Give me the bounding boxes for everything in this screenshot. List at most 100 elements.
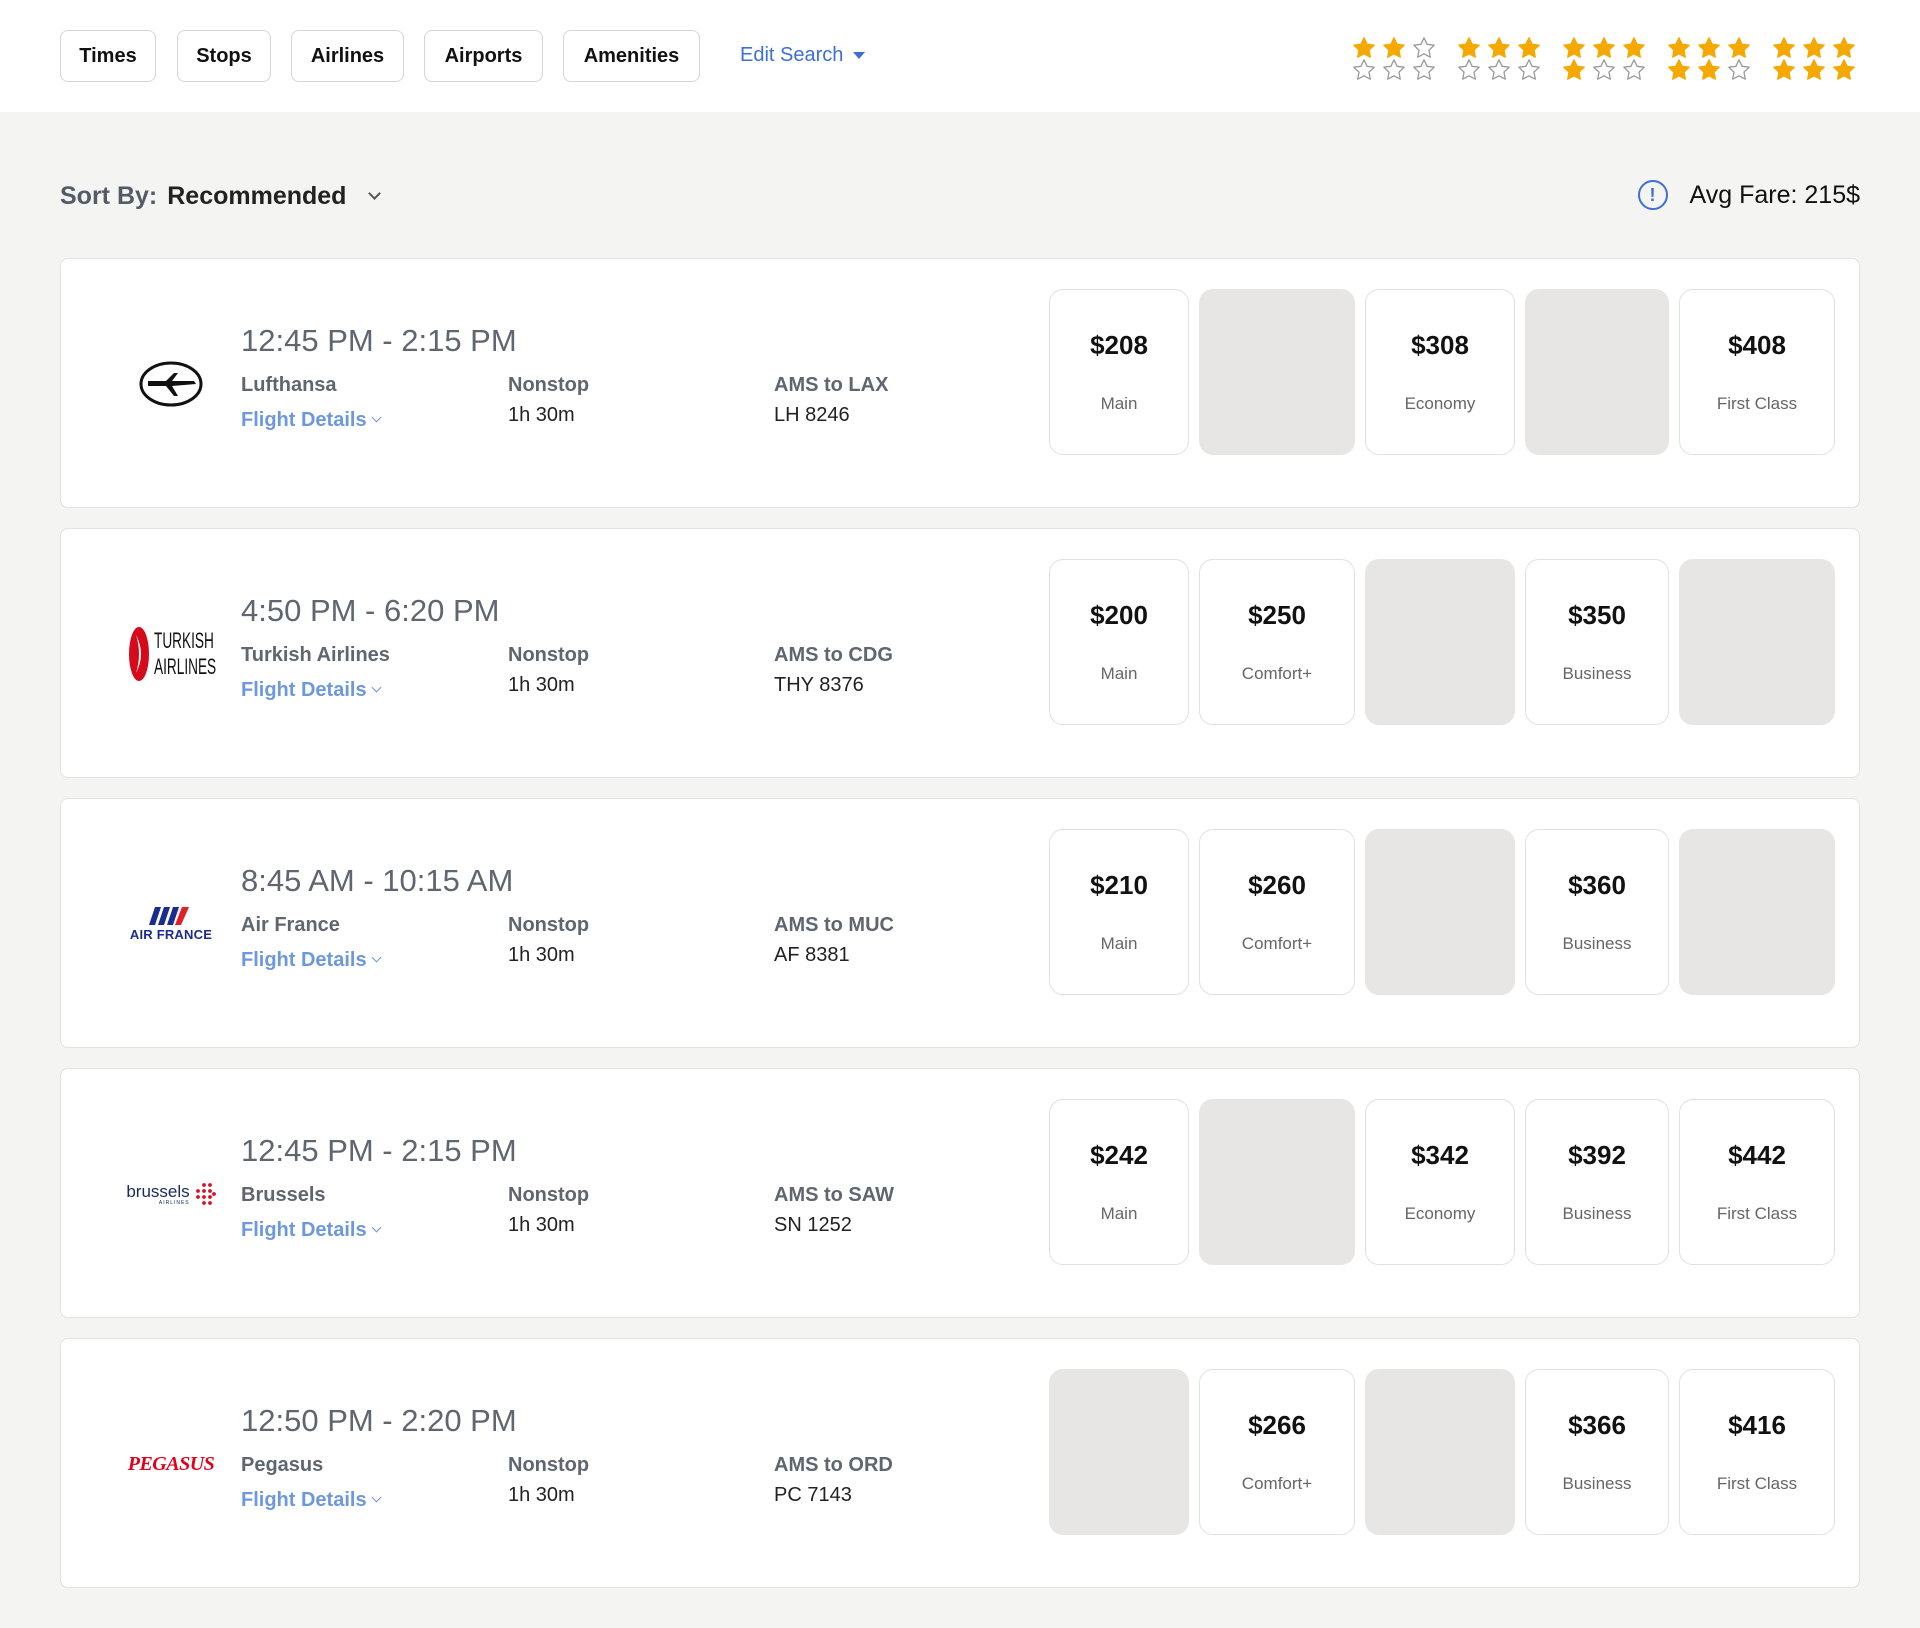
- star-rating-filter[interactable]: [1667, 36, 1757, 84]
- pegasus-logo: PEGASUS: [121, 1434, 221, 1494]
- fare-class: Comfort+: [1241, 664, 1313, 683]
- sort-label: Sort By:: [60, 182, 158, 210]
- star-icon: [1667, 58, 1691, 82]
- fare-option[interactable]: $360 Business: [1525, 829, 1669, 995]
- flight-details-label: Flight Details: [241, 1219, 367, 1241]
- airline-name: Brussels: [241, 1184, 326, 1206]
- route: AMS to CDG: [774, 644, 893, 666]
- flight-number: PC 7143: [774, 1484, 852, 1506]
- flight-card: PEGASUS 12:50 PM - 2:20 PM Pegasus Fligh…: [60, 1338, 1860, 1588]
- star-icon: [1352, 58, 1376, 82]
- filter-stops-button[interactable]: Stops: [177, 30, 271, 82]
- fare-unavailable: [1365, 559, 1515, 725]
- fare-option[interactable]: $242 Main: [1049, 1099, 1189, 1265]
- flight-card: 12:45 PM - 2:15 PM Lufthansa Flight Deta…: [60, 258, 1860, 508]
- star-icon: [1457, 36, 1481, 60]
- filter-amenities-button[interactable]: Amenities: [563, 30, 700, 82]
- logo-text: AIRLINES: [158, 1199, 190, 1206]
- route: AMS to SAW: [774, 1184, 894, 1206]
- fare-option[interactable]: $266 Comfort+: [1199, 1369, 1355, 1535]
- avg-fare-text: Avg Fare: 215$: [1689, 180, 1860, 209]
- filter-airlines-button[interactable]: Airlines: [291, 30, 404, 82]
- filter-times-button[interactable]: Times: [60, 30, 156, 82]
- stops: Nonstop: [508, 914, 590, 936]
- fare-price: $242: [1090, 1140, 1148, 1170]
- airline-name: Pegasus: [241, 1454, 324, 1476]
- fare-unavailable: [1525, 289, 1669, 455]
- fare-option[interactable]: $392 Business: [1525, 1099, 1669, 1265]
- fare-unavailable: [1199, 1099, 1355, 1265]
- lufthansa-logo: [121, 354, 221, 414]
- fare-class: Business: [1562, 664, 1632, 683]
- star-icon: [1832, 58, 1856, 82]
- flight-details-link[interactable]: Flight Details: [241, 1489, 382, 1512]
- fare-price: $416: [1728, 1410, 1786, 1440]
- fare-option[interactable]: $350 Business: [1525, 559, 1669, 725]
- fare-option[interactable]: $408 First Class: [1679, 289, 1835, 455]
- fare-price: $366: [1568, 1410, 1626, 1440]
- duration: 1h 30m: [508, 944, 575, 966]
- fare-option[interactable]: $260 Comfort+: [1199, 829, 1355, 995]
- flight-details-link[interactable]: Flight Details: [241, 949, 382, 972]
- fare-class: Business: [1562, 1204, 1632, 1223]
- fare-price: $360: [1568, 870, 1626, 900]
- duration: 1h 30m: [508, 1484, 575, 1506]
- star-icon: [1622, 58, 1646, 82]
- stops: Nonstop: [508, 644, 590, 666]
- star-rating-filter[interactable]: [1562, 36, 1652, 84]
- star-icon: [1517, 36, 1541, 60]
- flight-details-link[interactable]: Flight Details: [241, 1219, 382, 1242]
- fare-price: $250: [1248, 600, 1306, 630]
- flight-number: AF 8381: [774, 944, 850, 966]
- flight-details-link[interactable]: Flight Details: [241, 409, 382, 432]
- fare-option[interactable]: $208 Main: [1049, 289, 1189, 455]
- duration: 1h 30m: [508, 674, 575, 696]
- star-rating-filter[interactable]: [1772, 36, 1862, 84]
- flight-card: TURKISH AIRLINES 4:50 PM - 6:20 PM Turki…: [60, 528, 1860, 778]
- airline-name: Lufthansa: [241, 374, 337, 396]
- star-icon: [1697, 58, 1721, 82]
- star-rating-filter[interactable]: [1352, 36, 1442, 84]
- fare-option[interactable]: $308 Economy: [1365, 289, 1515, 455]
- flight-details-label: Flight Details: [241, 409, 367, 431]
- route: AMS to ORD: [774, 1454, 893, 1476]
- fare-class: Main: [1100, 1204, 1138, 1223]
- stops: Nonstop: [508, 1454, 590, 1476]
- fare-option[interactable]: $442 First Class: [1679, 1099, 1835, 1265]
- flight-details-link[interactable]: Flight Details: [241, 679, 382, 702]
- filter-bar: Times Stops Airlines Airports Amenities …: [0, 0, 1920, 112]
- chevron-down-icon: [371, 1492, 382, 1503]
- airline-name: Turkish Airlines: [241, 644, 390, 666]
- flight-number: THY 8376: [774, 674, 864, 696]
- flight-times: 4:50 PM - 6:20 PM: [241, 593, 500, 628]
- fare-price: $350: [1568, 600, 1626, 630]
- logo-text: PEGASUS: [127, 1452, 215, 1475]
- fare-option[interactable]: $200 Main: [1049, 559, 1189, 725]
- star-icon: [1592, 36, 1616, 60]
- fare-class: First Class: [1716, 1204, 1798, 1223]
- fare-class: Economy: [1404, 394, 1476, 413]
- info-icon[interactable]: !: [1637, 180, 1668, 210]
- fare-option[interactable]: $366 Business: [1525, 1369, 1669, 1535]
- flight-number: LH 8246: [774, 404, 850, 426]
- fare-class: Business: [1562, 1474, 1632, 1493]
- fare-unavailable: [1049, 1369, 1189, 1535]
- fare-option[interactable]: $416 First Class: [1679, 1369, 1835, 1535]
- star-icon: [1802, 36, 1826, 60]
- fare-class: Business: [1562, 934, 1632, 953]
- flight-times: 12:45 PM - 2:15 PM: [241, 1133, 517, 1168]
- edit-search-link[interactable]: Edit Search: [740, 44, 866, 67]
- fare-option[interactable]: $210 Main: [1049, 829, 1189, 995]
- sort-control[interactable]: Sort By: Recommended: [60, 182, 382, 211]
- logo-text: brussels: [126, 1181, 190, 1201]
- fare-option[interactable]: $342 Economy: [1365, 1099, 1515, 1265]
- fare-option[interactable]: $250 Comfort+: [1199, 559, 1355, 725]
- star-icon: [1412, 36, 1436, 60]
- fare-class: First Class: [1716, 1474, 1798, 1493]
- star-rating-filter[interactable]: [1457, 36, 1547, 84]
- flight-times: 12:50 PM - 2:20 PM: [241, 1403, 517, 1438]
- fare-price: $266: [1248, 1410, 1306, 1440]
- star-icon: [1772, 58, 1796, 82]
- filter-airports-button[interactable]: Airports: [424, 30, 543, 82]
- star-icon: [1457, 58, 1481, 82]
